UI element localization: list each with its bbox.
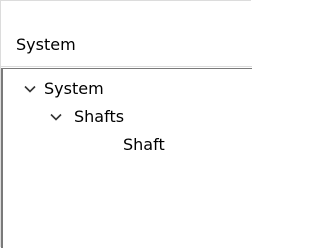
panel-title: System — [16, 35, 76, 54]
tree-node-label: System — [44, 79, 104, 98]
tree-node-label: Shafts — [74, 107, 125, 126]
system-panel: System System Shafts Shaft — [0, 0, 252, 248]
tree-node-label: Shaft — [123, 135, 165, 154]
system-tree-view[interactable]: System Shafts Shaft — [1, 68, 252, 248]
tree-node-system[interactable]: System — [3, 77, 252, 101]
tree-node-shafts[interactable]: Shafts — [3, 105, 252, 129]
tree-node-shaft[interactable]: Shaft — [3, 133, 252, 157]
panel-header: System — [1, 1, 252, 67]
chevron-down-icon[interactable] — [49, 105, 63, 129]
chevron-down-icon[interactable] — [23, 77, 37, 101]
